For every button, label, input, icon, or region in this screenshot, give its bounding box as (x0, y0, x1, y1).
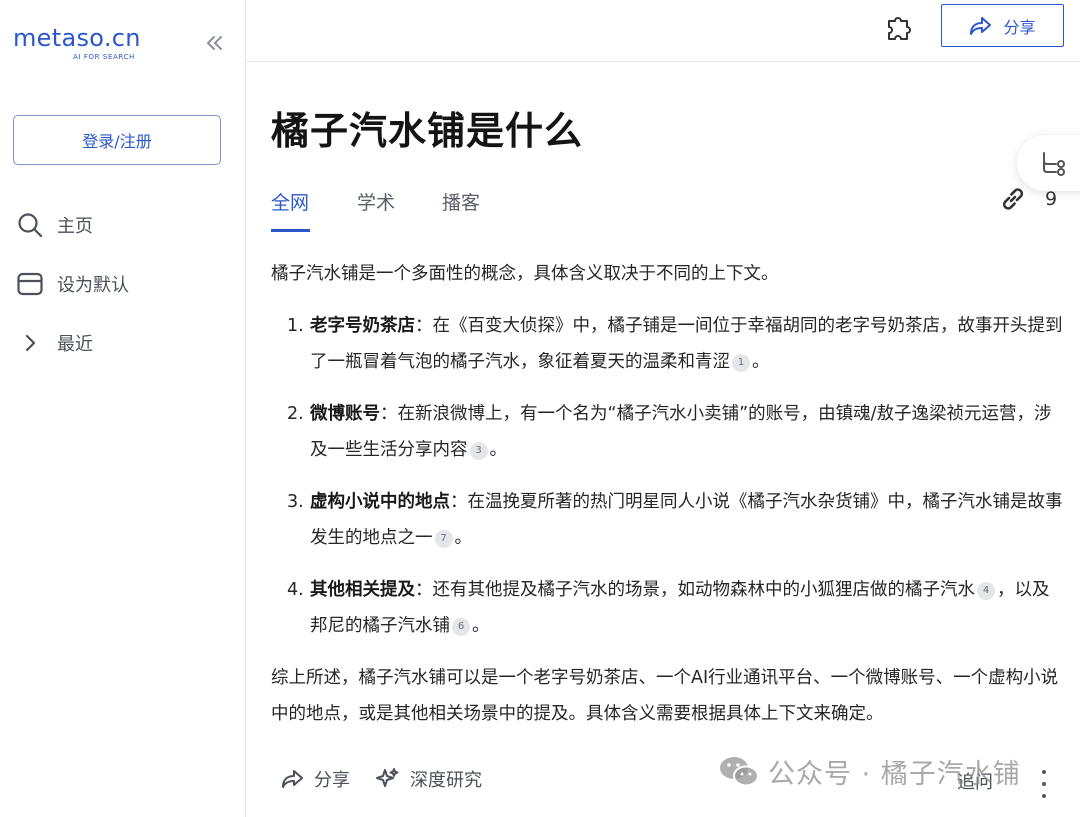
sidebar-item-set-default[interactable]: 设为默认 (16, 268, 129, 300)
share-icon (970, 16, 992, 35)
more-options-icon[interactable] (1040, 770, 1048, 798)
active-tab-indicator (271, 229, 310, 232)
citation-badge[interactable]: 1 (732, 354, 750, 372)
watermark: 公众号 · 橘子汽水铺 (718, 752, 1021, 791)
tab-academic[interactable]: 学术 (357, 188, 395, 215)
logo-text: metaso.cn (13, 24, 141, 52)
list-item: 3. 虚构小说中的地点：在温挽夏所著的热门明星同人小说《橘子汽水杂货铺》中，橘子… (287, 492, 1063, 548)
item-title: 微博账号 (310, 404, 380, 424)
share-label: 分享 (1003, 17, 1036, 37)
list-item: 1. 老字号奶茶店：在《百变大侦探》中，橘子铺是一间位于幸福胡同的老字号奶茶店，… (287, 316, 1063, 372)
list-item: 4. 其他相关提及：还有其他提及橘子汽水的场景，如动物森林中的小狐狸店做的橘子汽… (287, 580, 1050, 636)
tab-web[interactable]: 全网 (271, 188, 309, 215)
page-title: 橘子汽水铺是什么 (271, 109, 584, 153)
answer-actions: 分享 深度研究 (281, 766, 507, 792)
item-title: 虚构小说中的地点 (310, 492, 450, 512)
top-bar: 分享 (246, 0, 1080, 62)
collapse-sidebar-icon[interactable] (203, 32, 225, 54)
sidebar: metaso.cn AI FOR SEARCH 登录/注册 主页 设为默认 最近 (0, 0, 246, 817)
deep-research-label: 深度研究 (410, 770, 482, 791)
sidebar-item-label: 最近 (57, 334, 93, 355)
answer-list: 1. 老字号奶茶店：在《百变大侦探》中，橘子铺是一间位于幸福胡同的老字号奶茶店，… (271, 308, 1066, 644)
list-item: 2. 微博账号：在新浪微博上，有一个名为“橘子汽水小卖铺”的账号，由镇魂/敖子逸… (287, 404, 1052, 460)
share-button-top[interactable]: 分享 (941, 4, 1064, 47)
answer-content: 橘子汽水铺是一个多面性的概念，具体含义取决于不同的上下文。 1. 老字号奶茶店：… (271, 252, 1066, 732)
sidebar-item-recent[interactable]: 最近 (16, 327, 93, 359)
tab-podcast[interactable]: 播客 (442, 188, 480, 215)
share-button[interactable]: 分享 (281, 766, 350, 792)
logo[interactable]: metaso.cn AI FOR SEARCH (13, 24, 141, 61)
puzzle-icon[interactable] (883, 11, 915, 43)
share-icon (282, 770, 303, 788)
chevron-right-icon (16, 329, 44, 357)
item-title: 老字号奶茶店 (310, 316, 415, 336)
sidebar-item-label: 设为默认 (57, 275, 129, 296)
sparkle-icon (376, 768, 399, 787)
item-title: 其他相关提及 (310, 580, 415, 600)
sidebar-item-label: 主页 (57, 216, 93, 237)
citation-badge[interactable]: 7 (434, 530, 453, 548)
link-icon (1002, 188, 1024, 210)
sidebar-item-home[interactable]: 主页 (16, 209, 93, 241)
source-count: 9 (1045, 188, 1058, 210)
sources-button[interactable]: 9 (999, 185, 1057, 213)
answer-intro: 橘子汽水铺是一个多面性的概念，具体含义取决于不同的上下文。 (271, 264, 779, 284)
wechat-icon (720, 756, 759, 786)
logo-tagline: AI FOR SEARCH (73, 53, 135, 61)
answer-summary: 综上所述，橘子汽水铺可以是一个老字号奶茶店、一个AI行业通讯平台、一个微博账号、… (271, 668, 1059, 724)
mindmap-toggle-button[interactable] (1017, 135, 1080, 191)
mindmap-icon (1043, 152, 1065, 176)
browser-window-icon (16, 270, 44, 298)
citation-badge[interactable]: 3 (469, 442, 488, 460)
search-icon (16, 211, 44, 239)
deep-research-button[interactable]: 深度研究 (375, 766, 482, 792)
watermark-text: 公众号 · 橘子汽水铺 (768, 759, 1021, 790)
citation-badge[interactable]: 4 (977, 582, 995, 600)
share-label: 分享 (314, 770, 350, 791)
login-register-button[interactable]: 登录/注册 (13, 115, 221, 165)
citation-badge[interactable]: 6 (452, 618, 470, 636)
